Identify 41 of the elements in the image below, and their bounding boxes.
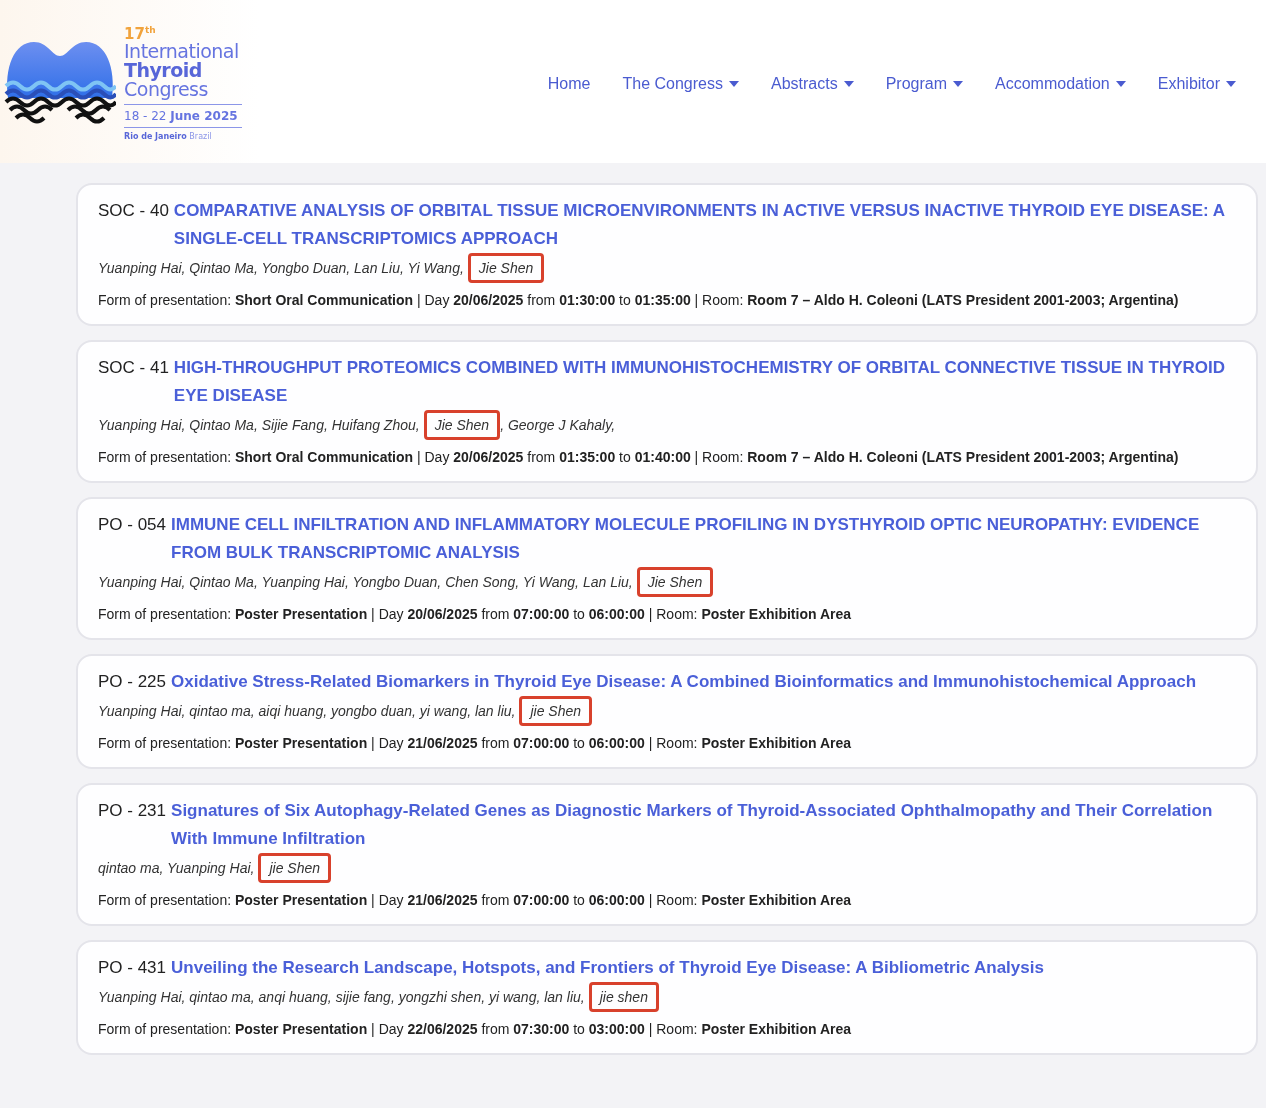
abstract-code: SOC - 41	[98, 357, 169, 379]
author-names: qintao ma, Yuanping Hai,	[98, 860, 255, 876]
highlighted-author: Jie Shen	[467, 253, 545, 283]
author-names: Yuanping Hai, qintao ma, anqi huang, sijie fang, yongzhi shen, yi wang, lan liu,	[98, 989, 585, 1005]
abstract-code: PO - 225	[98, 671, 167, 693]
author-names: Yuanping Hai, Qintao Ma, Yongbo Duan, Lan Liu, Yi Wang,	[98, 260, 464, 276]
author-names: , George J Kahaly,	[500, 417, 616, 433]
nav-link[interactable]: Program	[885, 74, 964, 93]
nav-link[interactable]: Abstracts	[771, 74, 854, 93]
author-names: Yuanping Hai, qintao ma, aiqi huang, yongbo duan, yi wang, lan liu,	[98, 703, 516, 719]
nav-link[interactable]: Accommodation	[995, 74, 1126, 93]
abstract-title-link[interactable]: IMMUNE CELL INFILTRATION AND INFLAMMATORY MOLECULE PROFILING IN DYSTHYROID OPTIC NEUROPATHY: EVIDENCE FROM BULK TRANSCRIPTOMIC ANALYSIS	[171, 511, 1236, 567]
highlighted-author: jie Shen	[258, 853, 332, 883]
nav-link[interactable]: Home	[547, 74, 591, 93]
highlighted-author: Jie Shen	[636, 567, 714, 597]
abstract-code: SOC - 40	[98, 200, 169, 222]
presentation-details: Form of presentation: Poster Presentation | Day 21/06/2025 from 07:00:00 to 06:00:00 | Room: Poster Exhibition Area	[98, 734, 852, 753]
presentation-details: Form of presentation: Poster Presentation | Day 22/06/2025 from 07:30:00 to 03:00:00 | Room: Poster Exhibition Area	[98, 1020, 852, 1039]
presentation-details: Form of presentation: Short Oral Communication | Day 20/06/2025 from 01:30:00 to 01:35:00 | Room: Room 7 – Aldo H. Coleoni (LATS President 2001-2003; Argentina)	[98, 291, 1180, 310]
nav-link[interactable]: The Congress	[622, 74, 739, 93]
logo-place: Rio de Janeiro Brazil	[124, 132, 213, 141]
logo-title-line: International	[124, 42, 240, 61]
logo-edition: 17$^{th}$	[124, 24, 157, 42]
abstract-code: PO - 231	[98, 800, 167, 822]
highlighted-author: jie Shen	[519, 696, 593, 726]
abstract-title-link[interactable]: COMPARATIVE ANALYSIS OF ORBITAL TISSUE MICROENVIRONMENTS IN ACTIVE VERSUS INACTIVE THYROID EYE DISEASE: A SINGLE-CELL TRANSCRIPTOMICS APPROACH	[173, 197, 1236, 253]
abstract-code: PO - 431	[98, 957, 167, 979]
highlighted-author: Jie Shen	[423, 410, 501, 440]
abstract-title-link[interactable]: Signatures of Six Autophagy-Related Genes as Diagnostic Markers of Thyroid-Associated Ophthalmopathy and Their Correlation With Immune Infiltration	[171, 797, 1236, 853]
logo-dates: 18 - 22 June 2025	[124, 104, 242, 128]
presentation-details: Form of presentation: Poster Presentation | Day 20/06/2025 from 07:00:00 to 06:00:00 | Room: Poster Exhibition Area	[98, 605, 852, 624]
author-names: Yuanping Hai, Qintao Ma, Yuanping Hai, Yongbo Duan, Chen Song, Yi Wang, Lan Liu,	[98, 574, 633, 590]
author-names: Yuanping Hai, Qintao Ma, Sijie Fang, Huifang Zhou,	[98, 417, 420, 433]
highlighted-author: jie shen	[588, 982, 659, 1012]
abstract-title-link[interactable]: HIGH-THROUGHPUT PROTEOMICS COMBINED WITH IMMUNOHISTOCHEMISTRY OF ORBITAL CONNECTIVE TISSUE IN THYROID EYE DISEASE	[173, 354, 1236, 410]
abstract-title-link[interactable]: Oxidative Stress-Related Biomarkers in Thyroid Eye Disease: A Combined Bioinformatics and Immunohistochemical Approach	[171, 668, 1236, 696]
abstract-code: PO - 054	[98, 514, 167, 536]
nav-link[interactable]: Exhibitor	[1157, 74, 1236, 93]
abstract-title-link[interactable]: Unveiling the Research Landscape, Hotspots, and Frontiers of Thyroid Eye Disease: A Bibliometric Analysis	[171, 954, 1236, 982]
presentation-details: Form of presentation: Poster Presentation | Day 21/06/2025 from 07:00:00 to 06:00:00 | Room: Poster Exhibition Area	[98, 891, 852, 910]
presentation-details: Form of presentation: Short Oral Communication | Day 20/06/2025 from 01:35:00 to 01:40:00 | Room: Room 7 – Aldo H. Coleoni (LATS President 2001-2003; Argentina)	[98, 448, 1180, 467]
